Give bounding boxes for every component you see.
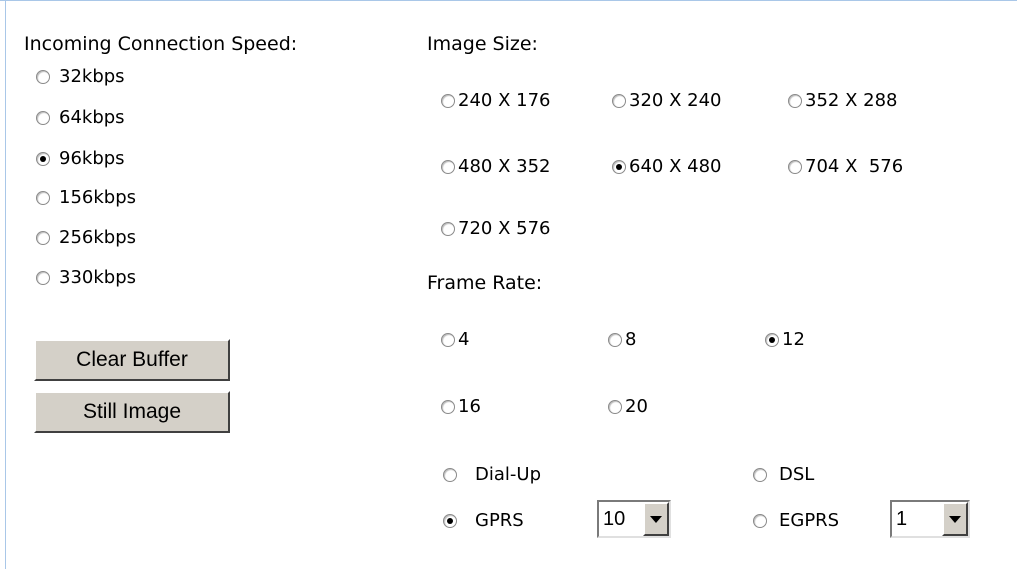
network-option-egprs[interactable]: EGPRS <box>753 510 839 531</box>
speed-96kbps-radio[interactable] <box>36 151 50 166</box>
frame-rate-16-radio[interactable] <box>441 399 455 414</box>
speed-option-64kbps[interactable]: 64kbps <box>36 107 125 128</box>
frame-rate-option-16[interactable]: 16 <box>441 396 481 417</box>
speed-heading: Incoming Connection Speed: <box>24 33 298 55</box>
image-size-option-352x288[interactable]: 352 X 288 <box>788 90 898 111</box>
network-option-dsl[interactable]: DSL <box>753 464 814 485</box>
speed-option-256kbps[interactable]: 256kbps <box>36 227 136 248</box>
image-size-240x176-radio[interactable] <box>441 93 455 108</box>
frame-rate-option-20[interactable]: 20 <box>608 396 648 417</box>
image-size-option-320x240[interactable]: 320 X 240 <box>612 90 722 111</box>
image-size-352x288-radio[interactable] <box>788 93 802 108</box>
image-size-option-640x480[interactable]: 640 X 480 <box>612 156 722 177</box>
panel-left-border <box>5 0 6 569</box>
image-size-320x240-radio[interactable] <box>612 93 626 108</box>
speed-64kbps-radio[interactable] <box>36 110 50 125</box>
network-dsl-radio[interactable] <box>753 467 767 482</box>
egprs-select-value: 1 <box>896 507 908 530</box>
frame-rate-option-4[interactable]: 4 <box>441 329 469 350</box>
chevron-down-icon[interactable] <box>643 502 669 536</box>
network-gprs-radio[interactable] <box>443 513 457 528</box>
speed-option-96kbps[interactable]: 96kbps <box>36 148 125 169</box>
speed-option-32kbps[interactable]: 32kbps <box>36 66 125 87</box>
speed-option-156kbps[interactable]: 156kbps <box>36 187 136 208</box>
image-size-704x576-radio[interactable] <box>788 159 802 174</box>
speed-330kbps-radio[interactable] <box>36 270 50 285</box>
egprs-select[interactable]: 1 <box>890 500 970 538</box>
image-size-option-240x176[interactable]: 240 X 176 <box>441 90 551 111</box>
network-option-gprs[interactable]: GPRS <box>443 510 524 531</box>
image-size-640x480-radio[interactable] <box>612 159 626 174</box>
clear-buffer-button[interactable]: Clear Buffer <box>34 339 230 381</box>
image-size-480x352-radio[interactable] <box>441 159 455 174</box>
still-image-button[interactable]: Still Image <box>34 391 230 433</box>
gprs-select[interactable]: 10 <box>597 500 671 538</box>
frame-rate-heading: Frame Rate: <box>427 272 543 294</box>
frame-rate-option-12[interactable]: 12 <box>765 329 805 350</box>
frame-rate-option-8[interactable]: 8 <box>608 329 636 350</box>
speed-256kbps-radio[interactable] <box>36 230 50 245</box>
image-size-option-480x352[interactable]: 480 X 352 <box>441 156 551 177</box>
frame-rate-4-radio[interactable] <box>441 332 455 347</box>
network-egprs-radio[interactable] <box>753 513 767 528</box>
frame-rate-20-radio[interactable] <box>608 399 622 414</box>
gprs-select-value: 10 <box>603 507 626 530</box>
panel-top-border <box>0 0 1017 7</box>
network-option-dial-up[interactable]: Dial-Up <box>443 464 541 485</box>
network-dial-up-radio[interactable] <box>443 467 457 482</box>
speed-option-330kbps[interactable]: 330kbps <box>36 267 136 288</box>
image-size-option-704x576[interactable]: 704 X 576 <box>788 156 903 177</box>
frame-rate-8-radio[interactable] <box>608 332 622 347</box>
speed-156kbps-radio[interactable] <box>36 190 50 205</box>
image-size-720x576-radio[interactable] <box>441 221 455 236</box>
image-size-option-720x576[interactable]: 720 X 576 <box>441 218 551 239</box>
speed-32kbps-radio[interactable] <box>36 69 50 84</box>
chevron-down-icon[interactable] <box>942 502 968 536</box>
image-size-heading: Image Size: <box>427 33 538 55</box>
frame-rate-12-radio[interactable] <box>765 332 779 347</box>
